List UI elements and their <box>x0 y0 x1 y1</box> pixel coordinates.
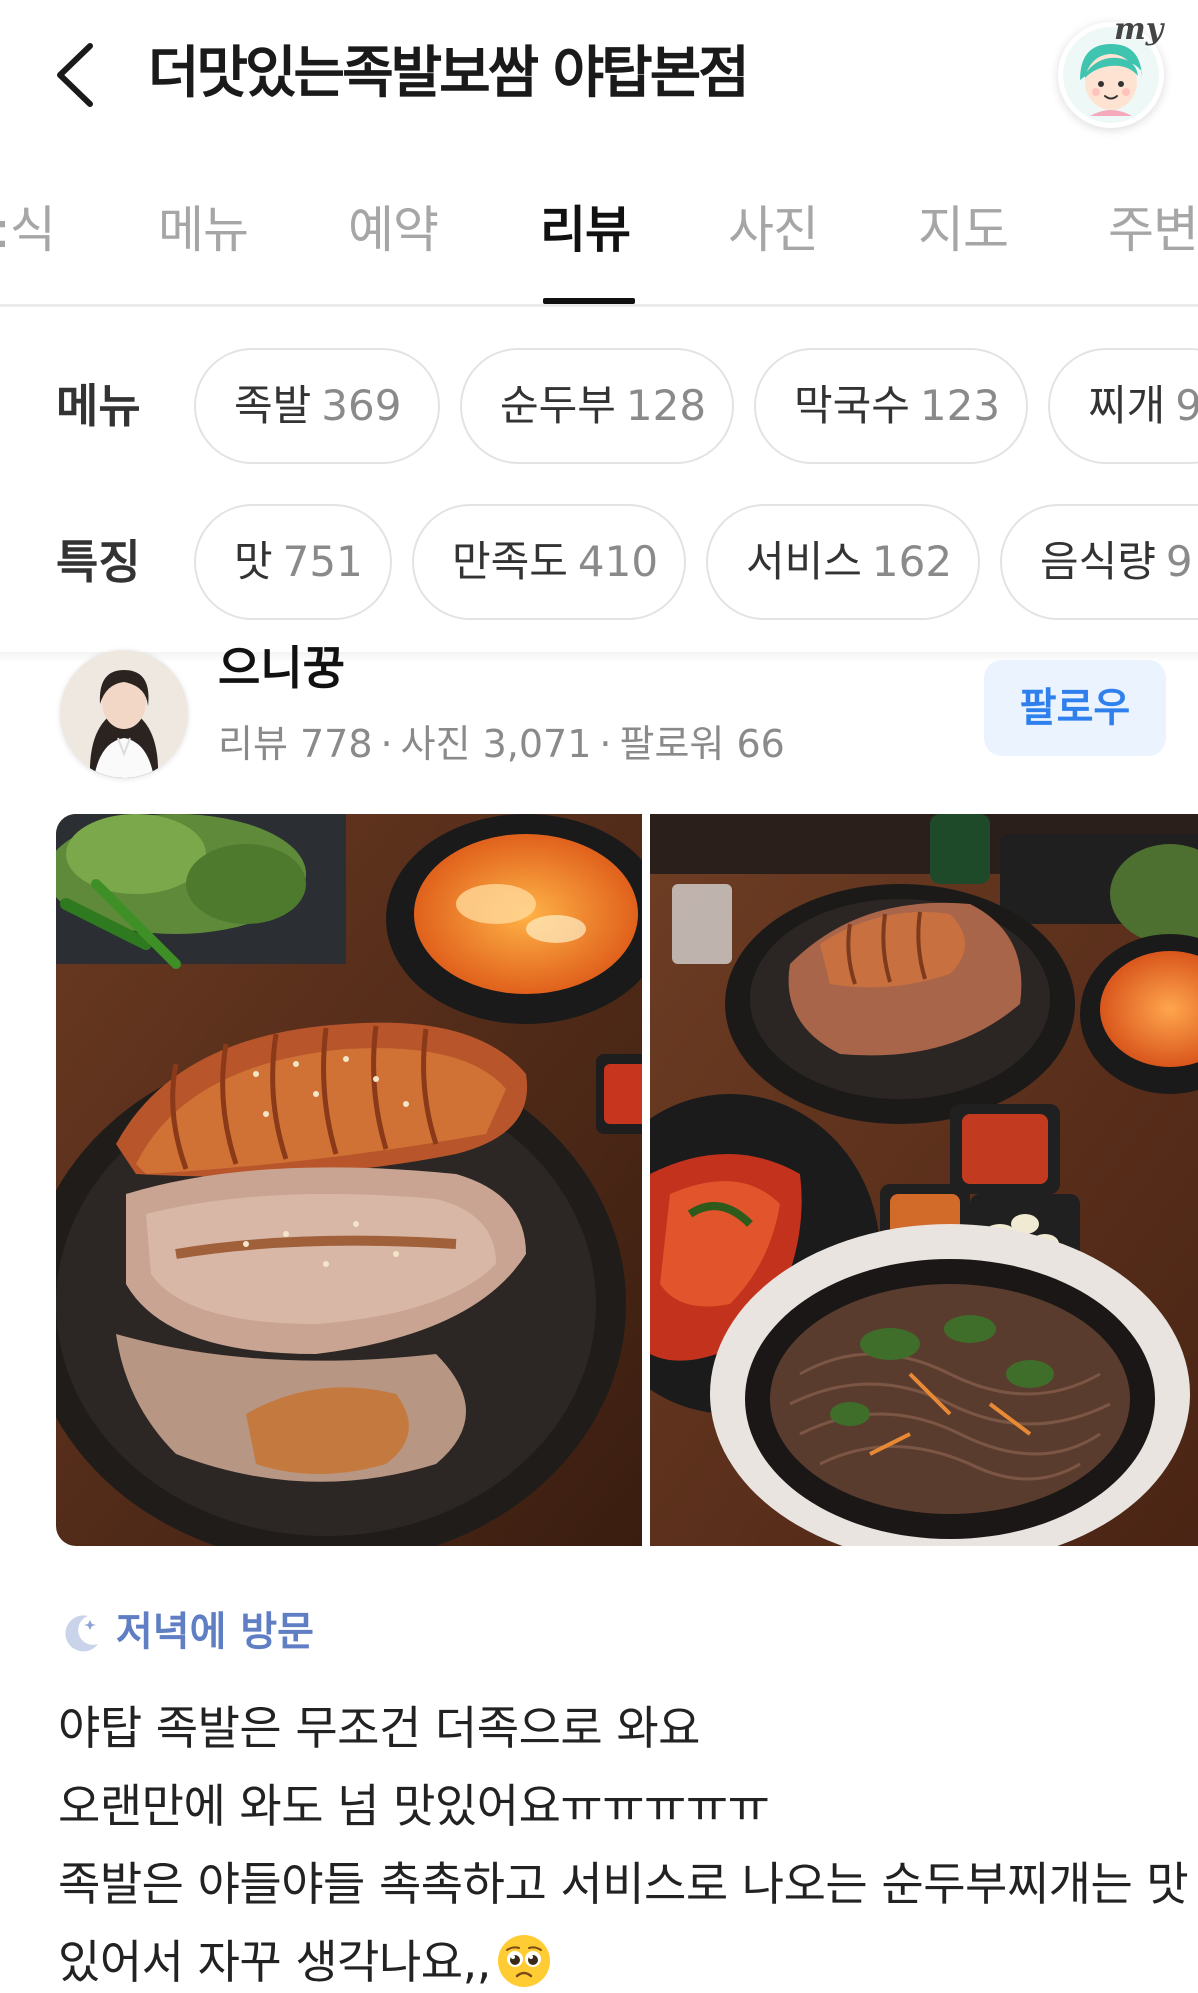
follower-count: 팔로워 66 <box>619 722 785 766</box>
menu-filter-label: 메뉴 <box>56 379 141 433</box>
back-button[interactable] <box>48 30 108 120</box>
menu-chip-sundubu[interactable]: 순두부 128 <box>460 348 734 464</box>
chip-count: 9 <box>1175 381 1198 430</box>
review-photo-2[interactable] <box>650 814 1198 1546</box>
page-title: 더맛있는족발보쌈 야탑본점 <box>148 41 750 106</box>
chip-name: 서비스 <box>746 537 862 586</box>
review-screen: 더맛있는족발보쌈 야탑본점 my :식 메뉴 예약 리뷰 사진 지도 주변 메뉴… <box>0 0 1198 1993</box>
my-profile-button[interactable]: my <box>1058 12 1164 128</box>
top-bar: 더맛있는족발보쌈 야탑본점 my <box>0 0 1198 150</box>
follow-button[interactable]: 팔로우 <box>984 660 1166 756</box>
review-text-line: 야탑 족발은 무조건 더족으로 와요 <box>58 1701 700 1755</box>
separator-dot: · <box>599 722 612 766</box>
menu-chip-jokbal[interactable]: 족발 369 <box>194 348 440 464</box>
chip-name: 찌개 <box>1088 381 1166 430</box>
chip-count: 128 <box>625 381 707 430</box>
chip-name: 만족도 <box>452 537 568 586</box>
chip-name: 맛 <box>234 537 273 586</box>
tab-reservation[interactable]: 예약 <box>348 190 439 270</box>
chip-count: 410 <box>577 537 659 586</box>
tab-menu[interactable]: 메뉴 <box>158 190 249 270</box>
reviewer-stats: 리뷰 778 · 사진 3,071 · 팔로워 66 <box>218 718 785 770</box>
review-count: 리뷰 778 <box>218 722 373 766</box>
feature-chip-service[interactable]: 서비스 162 <box>706 504 980 620</box>
feature-chip-satisfaction[interactable]: 만족도 410 <box>412 504 686 620</box>
chip-name: 막국수 <box>794 381 910 430</box>
moon-icon <box>65 1615 98 1652</box>
photo-count: 사진 3,071 <box>400 722 592 766</box>
review-text-line: 족발은 야들야들 촉촉하고 서비스로 나오는 순두부찌개는 맛 <box>58 1857 1189 1911</box>
reviewer-avatar[interactable] <box>60 650 188 778</box>
my-badge-text: my <box>1114 12 1164 47</box>
menu-chip-jjigae[interactable]: 찌개9 <box>1048 348 1198 464</box>
feature-filter-row: 특징 맛 751 만족도 410 서비스 162 음식량 9 <box>0 504 1198 620</box>
chip-count: 9 <box>1165 537 1193 586</box>
review-text-line: 오랜만에 와도 넘 맛있어요ㅠㅠㅠㅠㅠ <box>58 1779 770 1833</box>
review-photo-1[interactable] <box>56 814 642 1546</box>
tab-nearby[interactable]: 주변 <box>1108 190 1198 270</box>
separator-dot: · <box>380 722 393 766</box>
review-text-line: 있어서 자꾸 생각나요,, <box>58 1935 491 1989</box>
feature-chip-portion[interactable]: 음식량 9 <box>1000 504 1198 620</box>
chip-count: 162 <box>871 537 953 586</box>
feature-chip-taste[interactable]: 맛 751 <box>194 504 392 620</box>
tabs-divider <box>0 304 1198 307</box>
reviewer-name[interactable]: 으니꿍 <box>218 640 345 696</box>
visit-label: 저녁에 방문 <box>116 1609 314 1655</box>
chip-count: 751 <box>282 537 363 586</box>
jokbal-platter-photo <box>56 814 642 1546</box>
tab-reviews[interactable]: 리뷰 <box>540 190 631 270</box>
chip-name: 음식량 <box>1040 537 1156 586</box>
tab-news[interactable]: :식 <box>0 190 56 270</box>
menu-chip-makguksu[interactable]: 막국수 123 <box>754 348 1028 464</box>
chip-name: 순두부 <box>500 381 616 430</box>
chip-count: 123 <box>919 381 1001 430</box>
table-spread-photo <box>650 814 1198 1546</box>
reviewer-photo <box>60 650 188 778</box>
pleading-face-icon <box>497 1934 550 1987</box>
chip-count: 369 <box>321 381 402 430</box>
tab-photos[interactable]: 사진 <box>728 190 819 270</box>
tab-map[interactable]: 지도 <box>918 190 1009 270</box>
chevron-left-icon <box>57 43 93 107</box>
chip-name: 족발 <box>234 381 312 430</box>
menu-filter-row: 메뉴 족발369 순두부128 막국수123 찌개9 <box>0 348 1198 464</box>
section-tabs: :식 메뉴 예약 리뷰 사진 지도 주변 <box>0 190 1198 308</box>
feature-filter-label: 특징 <box>56 535 141 589</box>
review-text-last-line: 있어서 자꾸 생각나요,, <box>58 1924 553 1993</box>
